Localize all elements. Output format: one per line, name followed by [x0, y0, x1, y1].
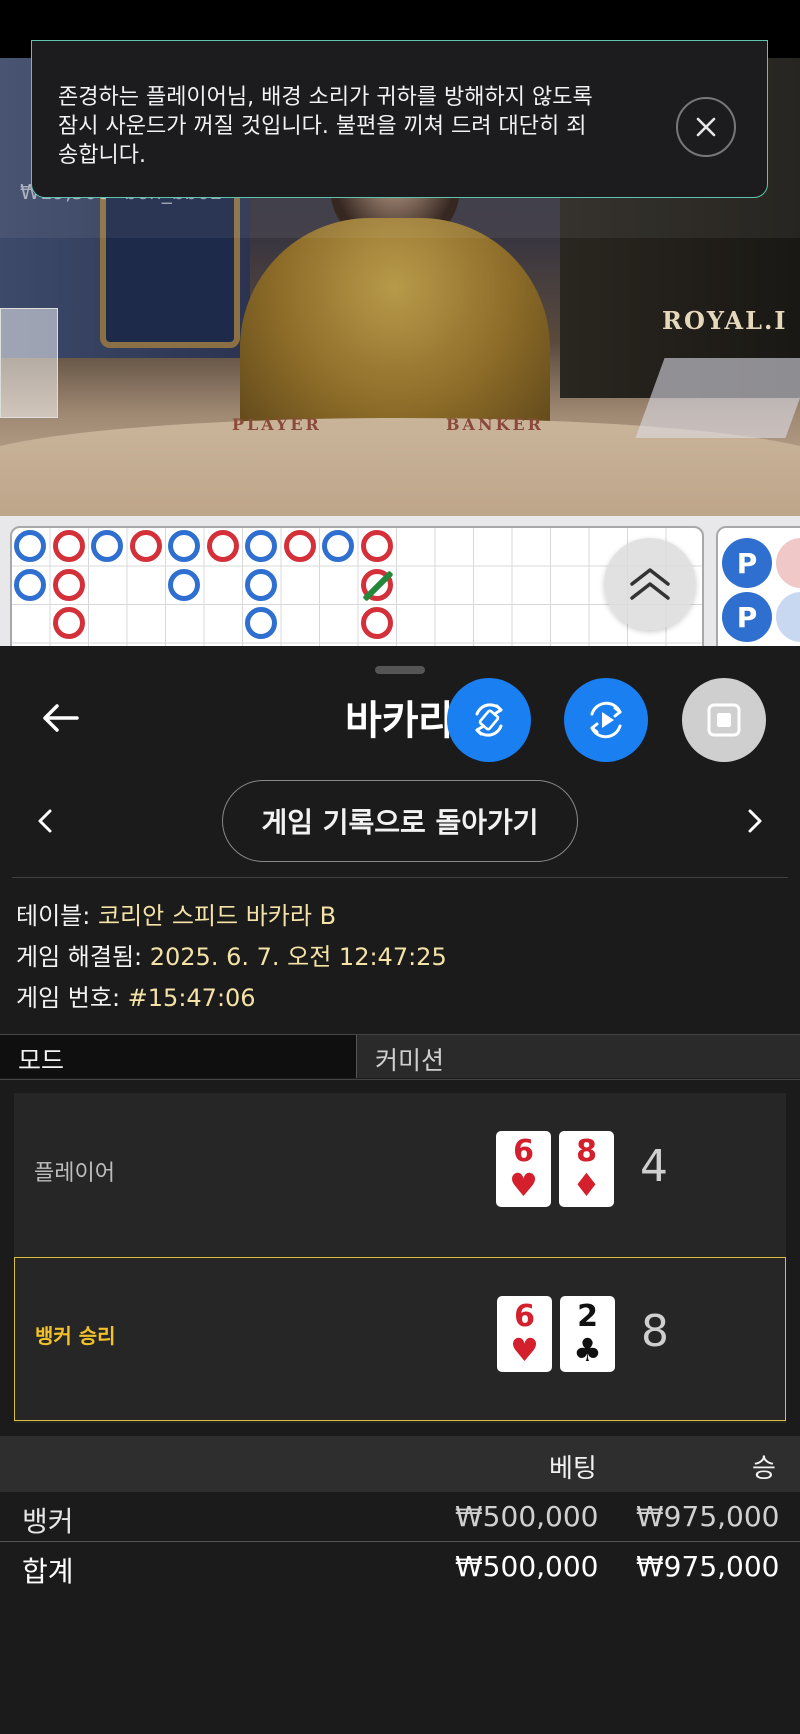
diamond-suit-icon: ♦ — [572, 1166, 601, 1204]
playing-card: 8 ♦ — [559, 1131, 614, 1207]
divider — [12, 877, 788, 878]
replay-button[interactable] — [564, 678, 648, 762]
bead-banker — [776, 538, 800, 588]
brand-sign: ROYAL.I — [662, 306, 788, 335]
sheet-drag-handle[interactable] — [375, 666, 425, 674]
rotate-icon — [475, 703, 503, 737]
road-banker-mark — [129, 530, 162, 562]
mode-label: 모드 — [0, 1035, 356, 1078]
total-row: 합계 ₩500,000 ₩975,000 — [0, 1544, 800, 1592]
road-player-mark — [245, 568, 277, 601]
bets-table-header: 베팅 승 — [0, 1436, 800, 1492]
card-rank: 6 — [513, 1134, 534, 1169]
bead-plate: P P — [716, 526, 800, 646]
table-info: 테이블: 코리안 스피드 바카라 B — [16, 896, 336, 931]
close-icon — [696, 117, 716, 137]
road-player-mark — [14, 568, 46, 601]
double-chevron-up-icon — [630, 568, 670, 600]
total-label: 합계 — [22, 1555, 74, 1588]
banker-win-label: 뱅커 승리 — [35, 1324, 116, 1348]
card-shoe — [635, 358, 800, 438]
game-number-info: 게임 번호: #15:47:06 — [16, 978, 256, 1013]
card-rank: 6 — [514, 1299, 535, 1334]
table-player-label: PLAYER — [232, 415, 322, 434]
road-banker-mark — [52, 568, 85, 601]
playing-card: 6 ♥ — [496, 1131, 551, 1207]
page-title: 바카라 — [345, 698, 456, 744]
banker-score: 8 — [641, 1306, 669, 1357]
table-row: 뱅커 ₩500,000 ₩975,000 — [0, 1494, 800, 1542]
game-resolved-value: 2025. 6. 7. 오전 12:47:25 — [149, 943, 447, 971]
previous-game-button[interactable] — [20, 796, 70, 846]
total-win-amount: ₩975,000 — [636, 1550, 780, 1583]
bet-amount: ₩500,000 — [455, 1500, 599, 1533]
replay-icon — [590, 701, 622, 739]
notification-close-button[interactable] — [676, 97, 736, 157]
stop-button[interactable] — [682, 678, 766, 762]
player-hand: 플레이어 6 ♥ 8 ♦ 4 — [14, 1093, 786, 1257]
road-banker-mark — [283, 530, 316, 562]
dealer-body — [240, 218, 550, 448]
heart-suit-icon: ♥ — [510, 1331, 539, 1369]
banker-hand: 뱅커 승리 6 ♥ 2 ♣ 8 — [14, 1257, 786, 1421]
road-player-mark — [14, 530, 46, 562]
big-road — [10, 526, 704, 646]
win-column-header: 승 — [752, 1454, 776, 1484]
road-player-mark — [245, 607, 277, 639]
table-info-label: 테이블: — [16, 902, 98, 930]
chevron-left-icon — [38, 809, 52, 833]
card-rank: 2 — [577, 1299, 598, 1334]
game-resolved-label: 게임 해결됨: — [16, 943, 150, 971]
table-info-value: 코리안 스피드 바카라 B — [97, 902, 337, 930]
bet-column-header: 베팅 — [549, 1454, 597, 1484]
mode-value: 커미션 — [356, 1035, 800, 1078]
bead-player: P — [722, 538, 772, 588]
back-to-history-button[interactable]: 게임 기록으로 돌아가기 — [222, 780, 578, 862]
expand-button[interactable] — [604, 538, 696, 630]
stop-icon — [707, 703, 741, 737]
chevron-right-icon — [748, 809, 762, 833]
playing-card: 2 ♣ — [560, 1296, 615, 1372]
road-player-mark — [168, 530, 200, 562]
chip-rack — [0, 308, 58, 418]
next-game-button[interactable] — [730, 796, 780, 846]
notification-message: 존경하는 플레이어님, 배경 소리가 귀하를 방해하지 않도록 잠시 사운드가 … — [58, 85, 593, 168]
game-history-sheet: 바카라 게임 기록으로 돌아가기 테이블: 코리안 스피드 바카라 B 게임 해… — [0, 646, 800, 1734]
game-number-label: 게임 번호: — [16, 984, 128, 1012]
game-number-value: #15:47:06 — [127, 984, 256, 1012]
card-rank: 8 — [576, 1134, 597, 1169]
road-player-mark — [168, 568, 200, 601]
road-player-mark — [245, 530, 277, 562]
road-player-mark — [322, 530, 354, 562]
club-suit-icon: ♣ — [573, 1331, 602, 1369]
history-navigation: 게임 기록으로 돌아가기 — [0, 780, 800, 866]
total-bet-amount: ₩500,000 — [455, 1550, 599, 1583]
road-banker-mark — [206, 530, 239, 562]
sound-off-notification: 존경하는 플레이어님, 배경 소리가 귀하를 방해하지 않도록 잠시 사운드가 … — [31, 40, 768, 198]
bead-player: P — [722, 592, 772, 642]
back-button[interactable] — [38, 696, 82, 740]
bead-player — [776, 592, 800, 642]
road-banker-mark — [360, 530, 393, 562]
road-banker-mark — [360, 607, 393, 639]
arrow-left-icon — [43, 704, 79, 732]
table-banker-label: BANKER — [446, 415, 544, 434]
road-banker-mark — [52, 607, 85, 639]
mode-row: 모드 커미션 — [0, 1034, 800, 1080]
player-score: 4 — [640, 1141, 668, 1192]
win-amount: ₩975,000 — [636, 1500, 780, 1533]
player-hand-label: 플레이어 — [34, 1161, 115, 1186]
bet-name: 뱅커 — [22, 1505, 74, 1538]
heart-suit-icon: ♥ — [509, 1166, 538, 1204]
road-player-mark — [91, 530, 123, 562]
playing-card: 6 ♥ — [497, 1296, 552, 1372]
hands-panel: 플레이어 6 ♥ 8 ♦ 4 뱅커 승리 6 ♥ 2 ♣ 8 — [14, 1093, 786, 1423]
road-banker-mark — [52, 530, 85, 562]
game-resolved-info: 게임 해결됨: 2025. 6. 7. 오전 12:47:25 — [16, 937, 447, 972]
rotate-view-button[interactable] — [447, 678, 531, 762]
